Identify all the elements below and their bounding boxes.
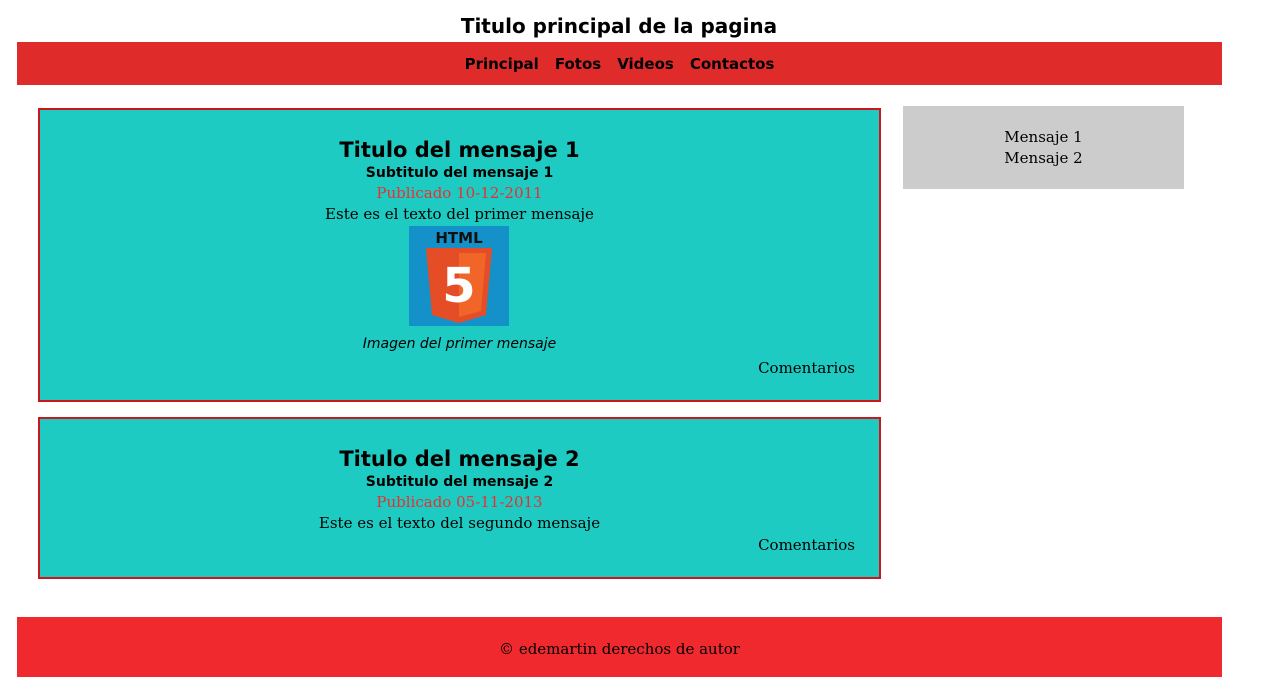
nav-link-contactos[interactable]: Contactos <box>690 55 775 73</box>
article-date: Publicado 05-11-2013 <box>376 493 543 511</box>
nav-link-principal[interactable]: Principal <box>465 55 539 73</box>
article-subtitle: Subtitulo del mensaje 2 <box>365 474 554 490</box>
article-1: Titulo del mensaje 1 Subtitulo del mensa… <box>38 108 881 402</box>
footer-copyright: © edemartin derechos de autor <box>499 640 740 658</box>
sidebar: Mensaje 1 Mensaje 2 <box>903 106 1184 189</box>
image-caption: Imagen del primer mensaje <box>362 336 557 352</box>
html5-logo-icon: HTML 5 <box>409 226 509 326</box>
comments-link[interactable]: Comentarios <box>758 535 855 555</box>
article-text: Este es el texto del segundo mensaje <box>318 514 601 532</box>
comments-link[interactable]: Comentarios <box>758 358 855 378</box>
article-subtitle: Subtitulo del mensaje 1 <box>365 165 554 181</box>
article-date: Publicado 10-12-2011 <box>376 184 543 202</box>
article-title: Titulo del mensaje 1 <box>339 138 580 162</box>
nav-link-fotos[interactable]: Fotos <box>555 55 601 73</box>
logo-text: HTML <box>435 229 483 247</box>
article-text: Este es el texto del primer mensaje <box>325 205 594 223</box>
page-title: Titulo principal de la pagina <box>460 14 778 38</box>
article-title: Titulo del mensaje 2 <box>339 447 580 471</box>
footer: © edemartin derechos de autor <box>17 617 1222 677</box>
logo-number: 5 <box>442 258 475 314</box>
article-2: Titulo del mensaje 2 Subtitulo del mensa… <box>38 417 881 579</box>
sidebar-item-mensaje-1[interactable]: Mensaje 1 <box>903 127 1184 148</box>
sidebar-item-mensaje-2[interactable]: Mensaje 2 <box>903 148 1184 169</box>
html5-logo-image: HTML 5 <box>409 226 509 326</box>
nav-link-videos[interactable]: Videos <box>617 55 674 73</box>
main-nav: Principal Fotos Videos Contactos <box>17 42 1222 85</box>
